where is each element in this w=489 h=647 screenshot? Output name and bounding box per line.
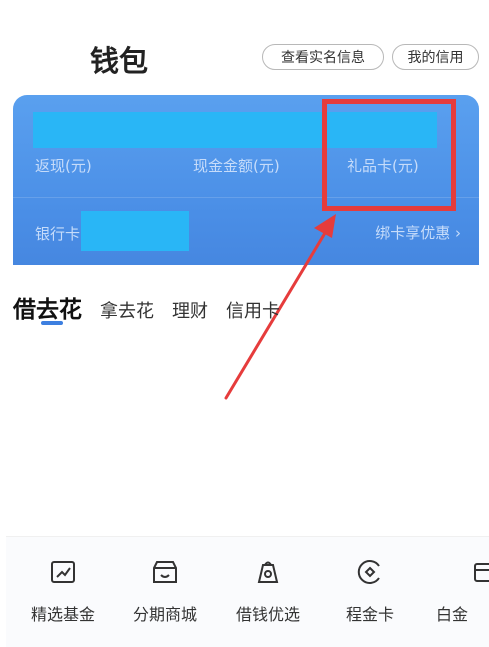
storefront-icon <box>153 561 177 583</box>
shortcut-label: 借钱优选 <box>235 605 300 624</box>
shortcut-gold-card[interactable]: 程金卡 <box>320 557 420 625</box>
tab-jiequhua[interactable]: 借去花 <box>13 290 82 325</box>
product-tabs: 借去花 拿去花 理财 信用卡 <box>13 290 298 325</box>
tab-credit-card[interactable]: 信用卡 <box>226 297 280 323</box>
redacted-bank-mask <box>81 211 189 251</box>
redacted-balance-mask <box>33 112 333 148</box>
coin-circle-icon <box>357 560 380 584</box>
shortcut-bar: 精选基金 分期商城 借钱优选 程金卡 白金 <box>6 536 489 647</box>
shortcut-label: 精选基金 <box>30 605 95 624</box>
shortcut-platinum[interactable]: 白金 <box>436 557 489 625</box>
shortcut-label: 白金 <box>436 605 469 624</box>
bind-card-offer-link[interactable]: 绑卡享优惠 › <box>375 222 461 243</box>
highlight-box <box>322 99 456 211</box>
money-bag-icon <box>257 561 279 583</box>
shortcut-mall[interactable]: 分期商城 <box>115 557 215 625</box>
tab-label: 借去花 <box>13 297 82 323</box>
shortcut-loan[interactable]: 借钱优选 <box>218 557 318 625</box>
tab-naquhua[interactable]: 拿去花 <box>100 297 154 323</box>
view-realname-info-button[interactable]: 查看实名信息 <box>262 44 384 70</box>
shortcut-label: 分期商城 <box>132 605 197 624</box>
wallet-card-icon <box>474 563 489 582</box>
cashback-label[interactable]: 返现(元) <box>35 155 92 176</box>
shortcut-label: 程金卡 <box>345 605 394 624</box>
page-title: 钱包 <box>90 44 149 78</box>
my-credit-button[interactable]: 我的信用 <box>392 44 479 70</box>
shortcut-funds[interactable]: 精选基金 <box>13 557 113 625</box>
bank-card-label[interactable]: 银行卡 <box>35 223 80 244</box>
chart-frame-icon <box>51 561 75 583</box>
cash-amount-label[interactable]: 现金金额(元) <box>193 155 280 176</box>
active-tab-indicator <box>41 321 63 325</box>
tab-licai[interactable]: 理财 <box>172 297 208 323</box>
